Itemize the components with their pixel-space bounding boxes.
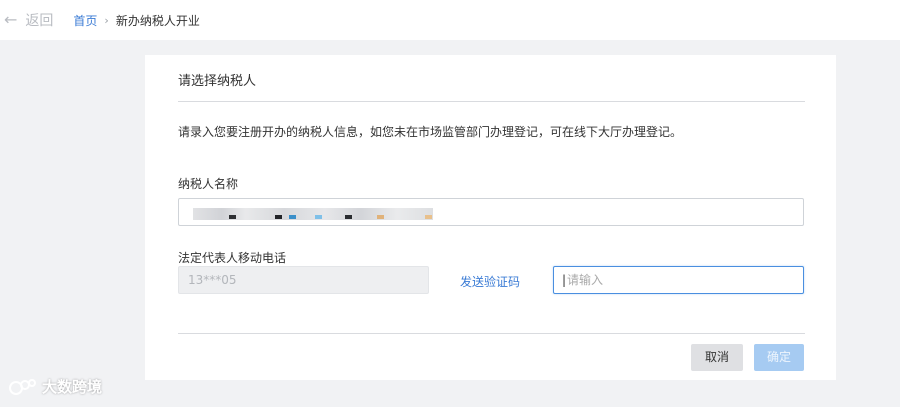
taxpayer-form-card: 请选择纳税人 请录入您要注册开办的纳税人信息，如您未在市场监管部门办理登记，可在… xyxy=(145,55,836,380)
phone-field: 13***05 xyxy=(178,266,429,294)
registration-notice: 请录入您要注册开办的纳税人信息，如您未在市场监管部门办理登记，可在线下大厅办理登… xyxy=(178,125,683,139)
title-divider xyxy=(178,101,805,102)
watermark-logo-icon xyxy=(9,378,36,395)
confirm-button[interactable]: 确定 xyxy=(754,344,804,371)
redaction-mark xyxy=(425,215,432,219)
legal-rep-phone-label: 法定代表人移动电话 xyxy=(178,251,287,265)
redaction-mark xyxy=(377,215,384,219)
redaction-mark xyxy=(345,215,352,219)
redaction-mark xyxy=(315,215,322,219)
send-code-link[interactable]: 发送验证码 xyxy=(460,273,520,290)
top-bar: ← 返回 首页 › 新办纳税人开业 xyxy=(0,0,900,40)
verification-code-input[interactable]: |请输入 xyxy=(553,266,804,294)
breadcrumb-current: 新办纳税人开业 xyxy=(115,13,200,28)
back-label: 返回 xyxy=(25,13,54,29)
watermark-text: 大数跨境 xyxy=(42,378,103,396)
footer-divider xyxy=(178,333,805,334)
back-button[interactable]: ← 返回 xyxy=(4,10,53,30)
taxpayer-name-field[interactable] xyxy=(178,198,804,226)
breadcrumb-separator-icon: › xyxy=(104,13,109,27)
watermark: 大数跨境 xyxy=(8,376,102,397)
redaction-mark xyxy=(229,215,236,219)
redaction-mark xyxy=(289,215,296,219)
back-arrow-icon: ← xyxy=(4,10,18,29)
redaction-mark xyxy=(275,215,282,219)
breadcrumb-home-link[interactable]: 首页 xyxy=(73,12,97,29)
section-title: 请选择纳税人 xyxy=(178,74,257,89)
taxpayer-name-label: 纳税人名称 xyxy=(178,177,239,191)
code-placeholder: 请输入 xyxy=(567,273,604,287)
breadcrumb: 首页 › 新办纳税人开业 xyxy=(73,12,199,29)
cancel-button[interactable]: 取消 xyxy=(691,344,743,371)
text-caret-icon: | xyxy=(562,273,567,287)
